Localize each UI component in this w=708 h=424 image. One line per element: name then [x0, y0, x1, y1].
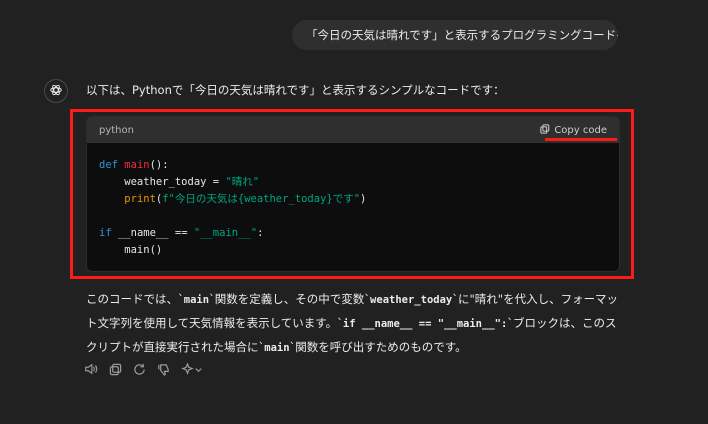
openai-logo-icon: [49, 82, 63, 101]
code-token: if: [99, 227, 112, 239]
code-token: f"今日の天気は{weather_today}です": [162, 193, 361, 205]
assistant-avatar: [44, 79, 68, 103]
inline-code: main: [264, 342, 290, 354]
inline-code: main: [183, 294, 210, 306]
code-block: python Copy code def main(): weather_tod…: [86, 116, 620, 272]
model-switcher-button[interactable]: [181, 362, 203, 376]
code-token: ():: [149, 159, 169, 171]
code-token: ): [360, 193, 367, 205]
code-token: weather_today =: [99, 176, 226, 188]
code-token: __name__ ==: [111, 227, 194, 239]
code-token: :: [257, 227, 264, 239]
explanation-text: `関数を定義し、その中で変数`: [209, 292, 371, 306]
code-token: "晴れ": [225, 176, 260, 188]
message-actions: [84, 362, 203, 376]
code-token: main(): [99, 244, 163, 256]
assistant-intro: 以下は、Pythonで「今日の天気は晴れです」と表示するシンプルなコードです：: [86, 83, 505, 97]
thumbs-down-icon[interactable]: [157, 363, 170, 376]
copy-icon: [540, 123, 550, 137]
red-underline-annotation: [545, 138, 617, 141]
chevron-down-icon: [194, 365, 203, 374]
regenerate-icon[interactable]: [133, 363, 146, 376]
user-message-bubble: 「今日の天気は晴れです」と表示するプログラミングコードを書いて: [292, 20, 618, 50]
copy-icon[interactable]: [109, 363, 122, 376]
user-message-text: 「今日の天気は晴れです」と表示するプログラミングコードを書いて: [306, 28, 618, 42]
explanation-text: `関数を呼び出すためのものです。: [289, 340, 467, 354]
copy-code-button[interactable]: Copy code: [540, 123, 607, 137]
code-token: print: [124, 193, 156, 205]
assistant-explanation: このコードでは、`main`関数を定義し、その中で変数`weather_toda…: [86, 288, 626, 360]
code-block-header: python Copy code: [87, 117, 619, 143]
speaker-icon[interactable]: [84, 362, 98, 376]
copy-code-label: Copy code: [554, 124, 607, 136]
inline-code: weather_today: [370, 294, 453, 306]
explanation-text: このコードでは、`: [86, 292, 184, 306]
code-language-label: python: [99, 124, 134, 136]
code-token: "__main__": [193, 227, 258, 239]
inline-code: if __name__ == "__main__":: [342, 318, 508, 330]
code-token: main: [124, 159, 150, 171]
model-sparkle-icon: [181, 362, 194, 376]
code-content: def main(): weather_today = "晴れ" print(f…: [87, 143, 619, 271]
code-token: def: [99, 159, 118, 171]
